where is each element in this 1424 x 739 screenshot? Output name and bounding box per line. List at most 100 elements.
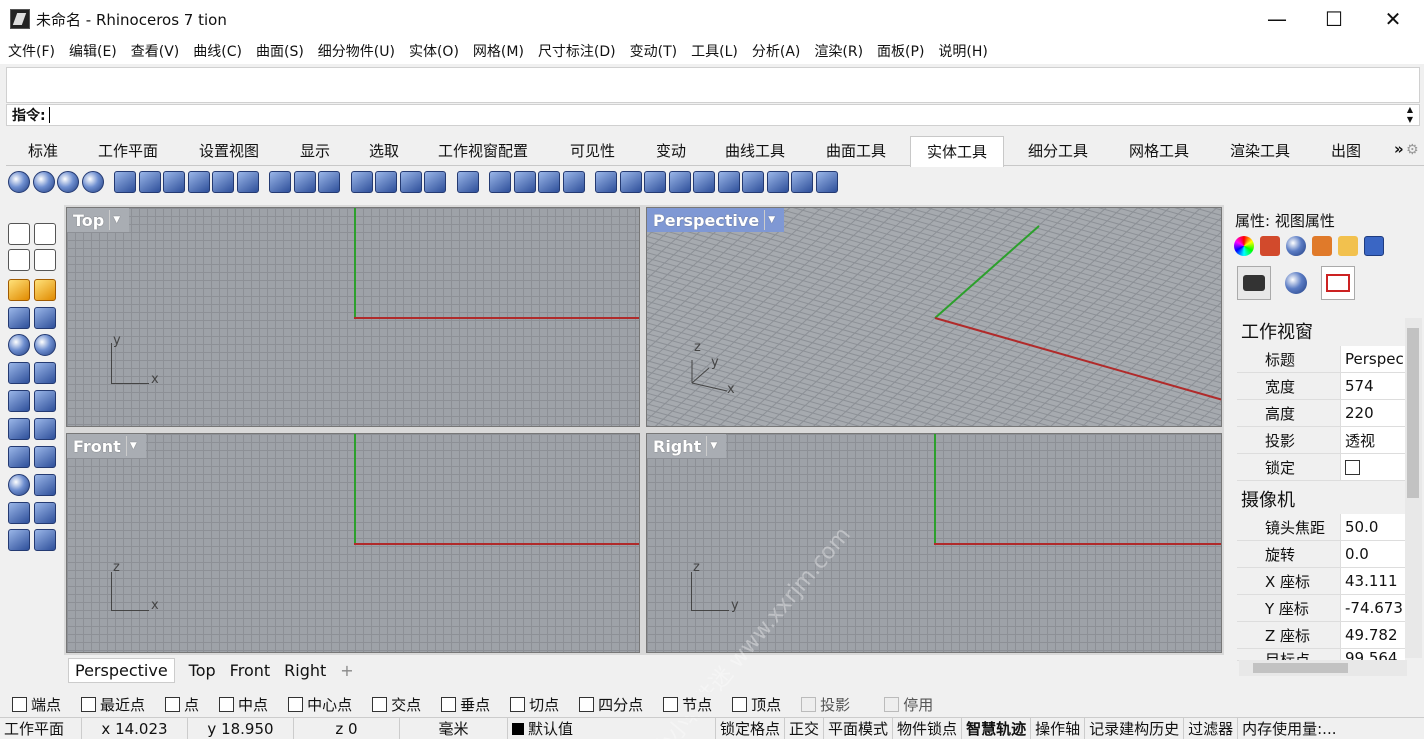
tab-standard[interactable]: 标准 xyxy=(28,140,58,161)
status-gumball[interactable]: 操作轴 xyxy=(1031,717,1086,739)
torus-icon[interactable] xyxy=(8,474,30,496)
osnap-quad[interactable]: 四分点 xyxy=(579,694,653,715)
edge-tools-icon[interactable] xyxy=(791,171,813,193)
select-arrow-icon[interactable] xyxy=(8,223,30,245)
viewport-title-perspective[interactable]: Perspective ▼ xyxy=(647,208,785,232)
chevron-down-icon[interactable]: ▼ xyxy=(109,210,123,230)
menu-surface[interactable]: 曲面(S) xyxy=(256,41,304,61)
tab-visibility[interactable]: 可见性 xyxy=(570,140,615,161)
osnap-cen[interactable]: 中心点 xyxy=(288,694,362,715)
properties-hscrollbar[interactable] xyxy=(1239,660,1407,676)
status-cplane[interactable]: 工作平面 xyxy=(0,717,82,739)
prop-height-field[interactable]: 220 xyxy=(1341,400,1405,426)
surface-tools-icon[interactable] xyxy=(34,279,56,301)
ellipsoid-icon[interactable] xyxy=(8,362,30,384)
fillet-edges-icon[interactable] xyxy=(163,171,185,193)
osnap-near[interactable]: 最近点 xyxy=(81,694,155,715)
sphere-edit-icon[interactable] xyxy=(34,334,56,356)
menu-transform[interactable]: 变动(T) xyxy=(630,41,677,61)
status-osnap[interactable]: 物件锁点 xyxy=(893,717,963,739)
status-grid-snap[interactable]: 锁定格点 xyxy=(716,717,786,739)
line-icon[interactable] xyxy=(8,249,30,271)
osnap-end[interactable]: 端点 xyxy=(12,694,71,715)
taper-icon[interactable] xyxy=(693,171,715,193)
boolean-difference-icon[interactable] xyxy=(32,171,55,193)
chevron-down-icon[interactable]: ▼ xyxy=(764,210,778,230)
prop-projection-select[interactable]: 透视 xyxy=(1341,427,1405,453)
extrude-face-icon[interactable] xyxy=(269,171,291,193)
viewport-tab-top[interactable]: Top xyxy=(189,661,216,680)
tab-render-tools[interactable]: 渲染工具 xyxy=(1230,140,1290,161)
array-hole-icon[interactable] xyxy=(538,171,560,193)
rotate-hole-icon[interactable] xyxy=(513,171,536,193)
status-history[interactable]: 记录建构历史 xyxy=(1085,717,1185,739)
move-hole-icon[interactable] xyxy=(456,171,479,193)
menu-subd[interactable]: 细分物件(U) xyxy=(318,41,395,61)
shell-icon[interactable] xyxy=(187,171,210,193)
truncated-pyramid-icon[interactable] xyxy=(34,418,56,440)
box-icon[interactable] xyxy=(8,307,30,329)
close-button[interactable]: ✕ xyxy=(1364,0,1422,38)
osnap-int[interactable]: 交点 xyxy=(372,694,431,715)
osnap-project[interactable]: 投影 xyxy=(801,694,860,715)
tab-transform[interactable]: 变动 xyxy=(656,140,686,161)
cone-icon[interactable] xyxy=(8,390,30,412)
tab-set-view[interactable]: 设置视图 xyxy=(199,140,259,161)
minimize-button[interactable]: — xyxy=(1248,0,1306,38)
paraboloid-icon[interactable] xyxy=(34,362,56,384)
tube-icon[interactable] xyxy=(34,446,56,468)
truncated-cone-icon[interactable] xyxy=(34,390,56,412)
viewport-title-front[interactable]: Front ▼ xyxy=(67,434,146,458)
mesh-grid-icon[interactable] xyxy=(742,171,764,193)
osnap-disable[interactable]: 停用 xyxy=(884,694,943,715)
prop-y-field[interactable]: -74.673 xyxy=(1341,595,1405,621)
grid-array-icon[interactable] xyxy=(717,171,740,193)
locked-checkbox[interactable] xyxy=(1345,459,1360,475)
cylinder-icon[interactable] xyxy=(8,446,30,468)
gear-icon[interactable]: ⚙ xyxy=(1406,142,1419,158)
viewport-title-right[interactable]: Right ▼ xyxy=(647,434,727,458)
boolean-split-icon[interactable] xyxy=(81,171,104,193)
osnap-tan[interactable]: 切点 xyxy=(510,694,569,715)
menu-curve[interactable]: 曲线(C) xyxy=(193,41,242,61)
tab-drafting[interactable]: 出图 xyxy=(1331,140,1361,161)
wire-cut-icon[interactable] xyxy=(644,171,666,193)
solid-points-icon[interactable] xyxy=(489,171,511,193)
prop-rotation-field[interactable]: 0.0 xyxy=(1341,541,1405,567)
materials-icon[interactable] xyxy=(1286,236,1306,256)
chevron-down-icon[interactable]: ▼ xyxy=(706,436,720,456)
menu-file[interactable]: 文件(F) xyxy=(8,41,55,61)
tab-viewport-layout[interactable]: 工作视窗配置 xyxy=(438,140,528,161)
box-edit-icon[interactable] xyxy=(34,307,56,329)
command-line[interactable]: 指令: ▲ ▼ xyxy=(6,104,1420,126)
lights-icon[interactable] xyxy=(1279,266,1313,300)
extract-surface-icon[interactable] xyxy=(138,171,161,193)
osnap-vertex[interactable]: 顶点 xyxy=(732,694,791,715)
prop-target-field[interactable]: 99.564 xyxy=(1341,649,1405,660)
status-ortho[interactable]: 正交 xyxy=(785,717,825,739)
add-viewport-tab-button[interactable]: + xyxy=(340,661,353,680)
tab-display[interactable]: 显示 xyxy=(300,140,330,161)
viewport-frame-icon[interactable] xyxy=(1321,266,1355,300)
prop-z-field[interactable]: 49.782 xyxy=(1341,622,1405,648)
chevron-down-icon[interactable]: ▼ xyxy=(125,436,140,456)
maximize-button[interactable]: ☐ xyxy=(1305,0,1363,38)
camera-icon[interactable] xyxy=(1237,266,1271,300)
layers-icon[interactable] xyxy=(1260,236,1280,256)
make-hole-icon[interactable] xyxy=(424,171,446,193)
point-icon[interactable] xyxy=(34,223,56,245)
osnap-point[interactable]: 点 xyxy=(165,694,209,715)
bend-icon[interactable] xyxy=(668,171,691,193)
polyline-icon[interactable] xyxy=(34,249,56,271)
solid-box-icon[interactable] xyxy=(212,171,234,193)
prop-title-field[interactable]: Perspec xyxy=(1341,346,1405,372)
menu-tools[interactable]: 工具(L) xyxy=(691,41,738,61)
folder-icon[interactable] xyxy=(1338,236,1358,256)
tab-cplanes[interactable]: 工作平面 xyxy=(98,140,158,161)
boolean-union-icon[interactable] xyxy=(8,171,30,193)
fold-face-icon[interactable] xyxy=(375,171,397,193)
viewport-tab-front[interactable]: Front xyxy=(230,661,270,680)
tab-mesh-tools[interactable]: 网格工具 xyxy=(1129,140,1189,161)
tab-select[interactable]: 选取 xyxy=(369,140,399,161)
cap-holes-icon[interactable] xyxy=(114,171,136,193)
